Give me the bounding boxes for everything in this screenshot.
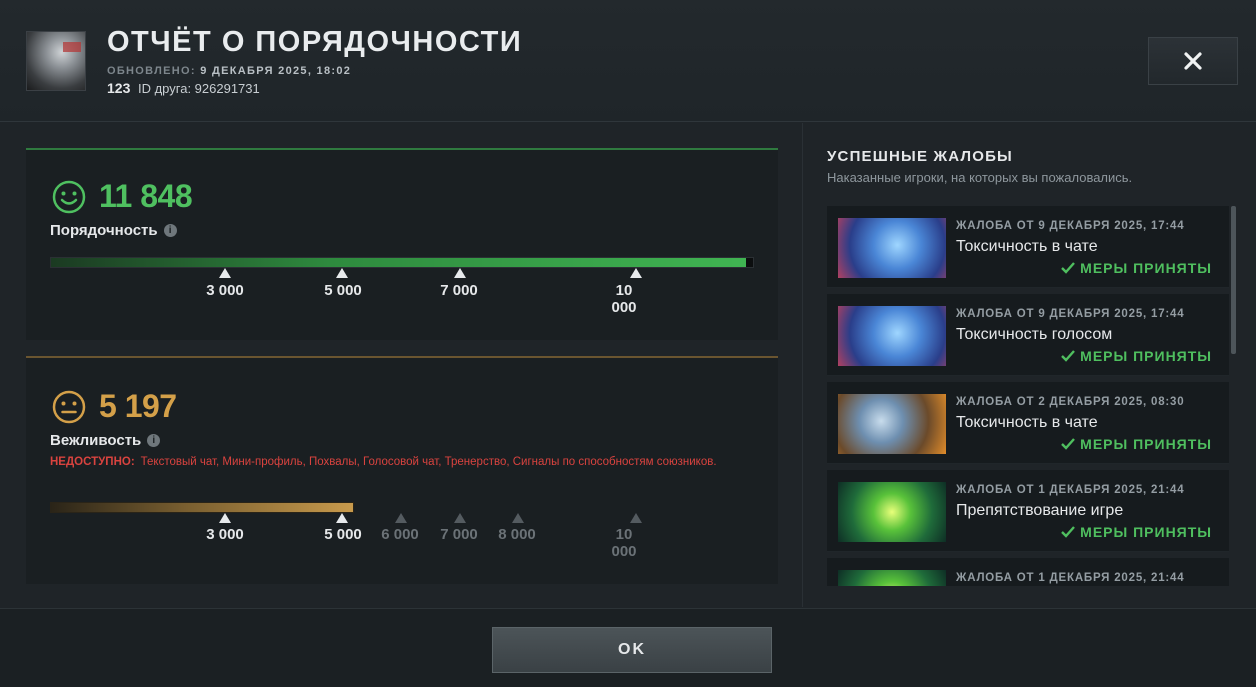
tick-marker bbox=[219, 268, 231, 278]
politeness-label: Вежливость i bbox=[50, 432, 161, 449]
checkmark-icon bbox=[1061, 438, 1076, 450]
politeness-bar-fill bbox=[51, 503, 353, 512]
tick-label: 3 000 bbox=[206, 282, 244, 299]
hero-portrait bbox=[838, 394, 946, 454]
tick-marker bbox=[336, 513, 348, 523]
conduct-label-text: Порядочность bbox=[50, 222, 158, 239]
politeness-label-text: Вежливость bbox=[50, 432, 142, 449]
conduct-label: Порядочность i bbox=[50, 222, 177, 239]
report-item[interactable]: ЖАЛОБА ОТ 9 ДЕКАБРЯ 2025, 17:44 Токсично… bbox=[827, 294, 1229, 376]
friend-number: 123 bbox=[107, 80, 131, 96]
report-date: ЖАЛОБА ОТ 1 ДЕКАБРЯ 2025, 21:44 bbox=[956, 572, 1185, 584]
checkmark-icon bbox=[1061, 262, 1076, 274]
report-reason: Токсичность в чате bbox=[956, 414, 1098, 431]
tick-marker bbox=[219, 513, 231, 523]
report-date: ЖАЛОБА ОТ 9 ДЕКАБРЯ 2025, 17:44 bbox=[956, 308, 1185, 320]
report-status-text: МЕРЫ ПРИНЯТЫ bbox=[1080, 436, 1212, 452]
tick-label: 10 000 bbox=[611, 526, 637, 560]
conduct-score: 11 848 bbox=[99, 178, 193, 214]
report-status: МЕРЫ ПРИНЯТЫ bbox=[1061, 436, 1212, 452]
unavailable-features: НЕДОСТУПНО: Текстовый чат, Мини-профиль, … bbox=[50, 454, 750, 470]
info-icon[interactable]: i bbox=[147, 434, 161, 447]
report-date: ЖАЛОБА ОТ 2 ДЕКАБРЯ 2025, 08:30 bbox=[956, 396, 1185, 408]
info-icon[interactable]: i bbox=[163, 224, 177, 237]
report-status: МЕРЫ ПРИНЯТЫ bbox=[1061, 260, 1212, 276]
report-status: МЕРЫ ПРИНЯТЫ bbox=[1061, 524, 1212, 540]
conduct-panel: 11 848 Порядочность i 3 000 5 000 7 000 … bbox=[26, 148, 778, 340]
tick-label: 7 000 bbox=[440, 282, 478, 299]
report-status-text: МЕРЫ ПРИНЯТЫ bbox=[1080, 348, 1212, 364]
report-reason: Препятствование игре bbox=[956, 502, 1124, 519]
page-title: ОТЧЁТ О ПОРЯДОЧНОСТИ bbox=[107, 26, 523, 58]
tick-label: 10 000 bbox=[611, 282, 637, 316]
tick-marker bbox=[512, 513, 524, 523]
close-button[interactable] bbox=[1148, 37, 1238, 85]
avatar[interactable] bbox=[26, 31, 86, 91]
report-date: ЖАЛОБА ОТ 1 ДЕКАБРЯ 2025, 21:44 bbox=[956, 484, 1185, 496]
tick-marker bbox=[395, 513, 407, 523]
hero-portrait bbox=[838, 306, 946, 366]
hero-portrait bbox=[838, 482, 946, 542]
politeness-panel: 5 197 Вежливость i НЕДОСТУПНО: Текстовый … bbox=[26, 356, 778, 584]
unavailable-key: НЕДОСТУПНО: bbox=[50, 456, 135, 468]
smile-icon bbox=[52, 180, 86, 214]
report-status: МЕРЫ ПРИНЯТЫ bbox=[1061, 348, 1212, 364]
tick-label: 8 000 bbox=[498, 526, 536, 543]
hero-portrait bbox=[838, 218, 946, 278]
report-status-text: МЕРЫ ПРИНЯТЫ bbox=[1080, 524, 1212, 540]
unavailable-text: Текстовый чат, Мини-профиль, Похвалы, Го… bbox=[140, 456, 717, 468]
tick-label: 3 000 bbox=[206, 526, 244, 543]
updated-value: 9 ДЕКАБРЯ 2025, 18:02 bbox=[200, 65, 352, 77]
report-status-text: МЕРЫ ПРИНЯТЫ bbox=[1080, 260, 1212, 276]
reports-subtitle: Наказанные игроки, на которых вы пожалов… bbox=[827, 170, 1133, 185]
conduct-bar bbox=[50, 257, 754, 268]
updated-label: ОБНОВЛЕНО: bbox=[107, 65, 196, 77]
report-item[interactable]: ЖАЛОБА ОТ 1 ДЕКАБРЯ 2025, 21:44 Препятст… bbox=[827, 470, 1229, 552]
report-date: ЖАЛОБА ОТ 9 ДЕКАБРЯ 2025, 17:44 bbox=[956, 220, 1185, 232]
reports-list[interactable]: ЖАЛОБА ОТ 9 ДЕКАБРЯ 2025, 17:44 Токсично… bbox=[827, 206, 1229, 586]
report-reason: Токсичность в чате bbox=[956, 238, 1098, 255]
ok-button[interactable]: OK bbox=[492, 627, 772, 673]
friend-id: ID друга: 926291731 bbox=[137, 81, 260, 96]
politeness-score: 5 197 bbox=[99, 388, 177, 424]
hero-portrait bbox=[838, 570, 946, 586]
conduct-bar-fill bbox=[51, 258, 746, 267]
reports-scrollbar[interactable] bbox=[1231, 206, 1236, 354]
reports-title: УСПЕШНЫЕ ЖАЛОБЫ bbox=[827, 148, 1013, 165]
tick-marker bbox=[336, 268, 348, 278]
neutral-face-icon bbox=[52, 390, 86, 424]
report-item[interactable]: ЖАЛОБА ОТ 2 ДЕКАБРЯ 2025, 08:30 Токсично… bbox=[827, 382, 1229, 464]
header: ОТЧЁТ О ПОРЯДОЧНОСТИ ОБНОВЛЕНО: 9 ДЕКАБР… bbox=[0, 0, 1256, 122]
report-item[interactable]: ЖАЛОБА ОТ 9 ДЕКАБРЯ 2025, 17:44 Токсично… bbox=[827, 206, 1229, 288]
report-item[interactable]: ЖАЛОБА ОТ 1 ДЕКАБРЯ 2025, 21:44 bbox=[827, 558, 1229, 586]
checkmark-icon bbox=[1061, 350, 1076, 362]
tick-marker bbox=[454, 268, 466, 278]
tick-marker bbox=[454, 513, 466, 523]
updated-timestamp: ОБНОВЛЕНО: 9 ДЕКАБРЯ 2025, 18:02 bbox=[107, 65, 351, 77]
vertical-divider bbox=[802, 123, 803, 607]
friend-id-line: 123 ID друга: 926291731 bbox=[107, 80, 260, 96]
politeness-bar bbox=[50, 502, 354, 513]
report-reason: Токсичность голосом bbox=[956, 326, 1113, 343]
tick-marker bbox=[630, 268, 642, 278]
tick-marker bbox=[630, 513, 642, 523]
checkmark-icon bbox=[1061, 526, 1076, 538]
close-icon bbox=[1184, 52, 1202, 70]
tick-label: 5 000 bbox=[324, 282, 362, 299]
